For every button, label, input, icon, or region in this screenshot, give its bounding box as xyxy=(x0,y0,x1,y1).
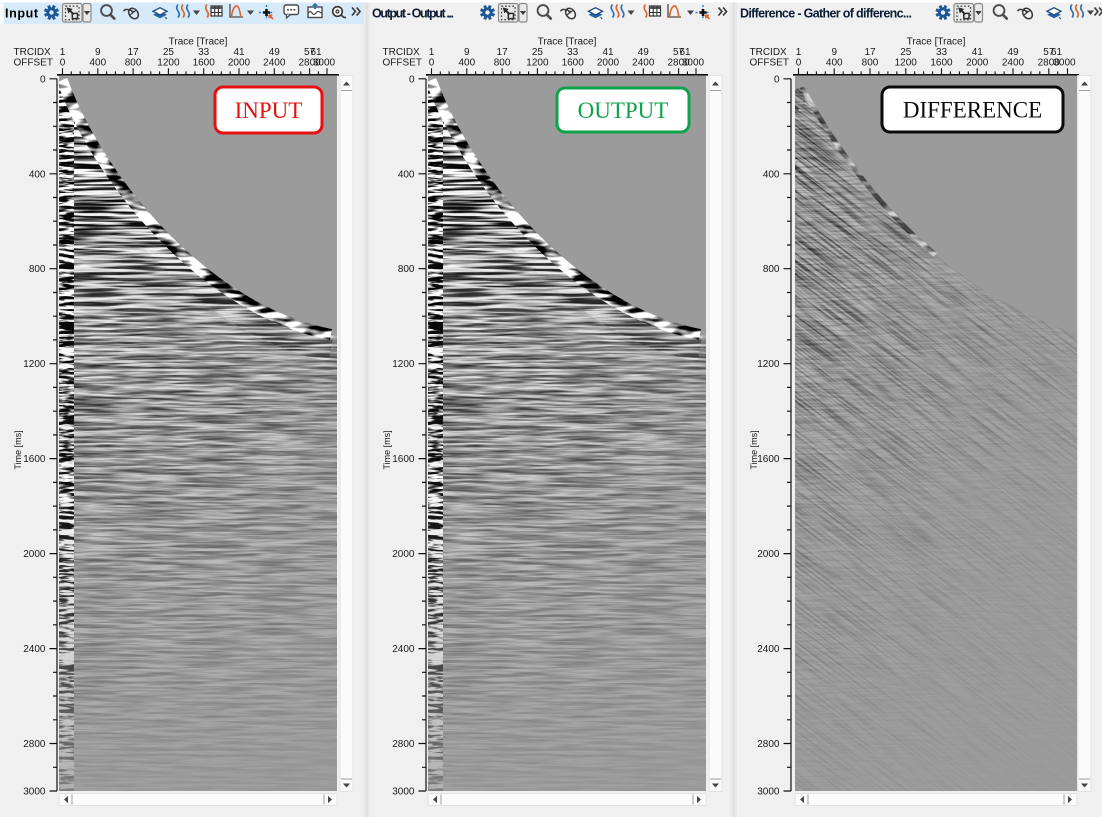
svg-text:OFFSET: OFFSET xyxy=(750,58,789,69)
svg-text:2800: 2800 xyxy=(757,739,780,750)
svg-text:33: 33 xyxy=(567,47,579,58)
svg-text:25: 25 xyxy=(900,47,912,58)
svg-text:2000: 2000 xyxy=(757,549,780,560)
svg-text:400: 400 xyxy=(458,58,475,69)
svg-text:OFFSET: OFFSET xyxy=(14,58,53,69)
svg-text:41: 41 xyxy=(233,47,245,58)
svg-text:17: 17 xyxy=(128,47,140,58)
svg-text:3000: 3000 xyxy=(757,787,780,798)
svg-text:33: 33 xyxy=(198,47,210,58)
svg-text:0: 0 xyxy=(60,58,66,69)
svg-text:17: 17 xyxy=(497,47,509,58)
svg-text:9: 9 xyxy=(464,47,470,58)
svg-text:2800: 2800 xyxy=(23,739,46,750)
svg-text:33: 33 xyxy=(936,47,948,58)
svg-text:49: 49 xyxy=(638,47,650,58)
svg-text:800: 800 xyxy=(763,264,780,275)
svg-text:Trace [Trace]: Trace [Trace] xyxy=(907,37,966,48)
svg-text:41: 41 xyxy=(602,47,614,58)
svg-text:TRCIDX: TRCIDX xyxy=(383,47,421,58)
svg-text:2000: 2000 xyxy=(392,549,415,560)
svg-text:3000: 3000 xyxy=(392,787,415,798)
svg-text:1600: 1600 xyxy=(193,58,216,69)
svg-text:61: 61 xyxy=(679,47,691,58)
svg-text:2000: 2000 xyxy=(597,58,620,69)
svg-text:INPUT: INPUT xyxy=(235,98,303,123)
svg-text:17: 17 xyxy=(864,47,876,58)
svg-text:1600: 1600 xyxy=(930,58,953,69)
svg-text:Difference - Gather of differe: Difference - Gather of differenc... xyxy=(740,7,912,21)
svg-text:0: 0 xyxy=(409,74,415,85)
svg-text:2000: 2000 xyxy=(228,58,251,69)
svg-text:1200: 1200 xyxy=(157,58,180,69)
svg-text:800: 800 xyxy=(125,58,142,69)
svg-text:0: 0 xyxy=(429,58,435,69)
svg-text:400: 400 xyxy=(826,58,843,69)
svg-text:1200: 1200 xyxy=(23,359,46,370)
svg-text:1: 1 xyxy=(429,47,435,58)
svg-text:400: 400 xyxy=(398,169,415,180)
svg-text:2000: 2000 xyxy=(23,549,46,560)
svg-text:TRCIDX: TRCIDX xyxy=(750,47,788,58)
svg-text:Time [ms]: Time [ms] xyxy=(382,430,392,469)
svg-text:25: 25 xyxy=(163,47,175,58)
svg-text:Input: Input xyxy=(5,7,39,21)
svg-text:OFFSET: OFFSET xyxy=(383,58,422,69)
svg-text:1200: 1200 xyxy=(895,58,918,69)
svg-text:2400: 2400 xyxy=(1002,58,1025,69)
svg-text:800: 800 xyxy=(398,264,415,275)
svg-text:25: 25 xyxy=(532,47,544,58)
svg-text:9: 9 xyxy=(831,47,837,58)
svg-text:800: 800 xyxy=(494,58,511,69)
svg-text:OUTPUT: OUTPUT xyxy=(578,98,669,123)
svg-text:49: 49 xyxy=(1007,47,1019,58)
svg-text:1600: 1600 xyxy=(23,454,46,465)
svg-text:800: 800 xyxy=(29,264,46,275)
svg-text:2400: 2400 xyxy=(632,58,655,69)
svg-text:800: 800 xyxy=(862,58,879,69)
svg-text:0: 0 xyxy=(774,74,780,85)
svg-text:3000: 3000 xyxy=(1053,58,1076,69)
svg-text:1200: 1200 xyxy=(392,359,415,370)
svg-text:0: 0 xyxy=(40,74,46,85)
svg-text:2400: 2400 xyxy=(23,644,46,655)
svg-text:61: 61 xyxy=(310,47,322,58)
svg-text:Trace [Trace]: Trace [Trace] xyxy=(169,37,228,48)
svg-text:0: 0 xyxy=(796,58,802,69)
svg-text:3000: 3000 xyxy=(313,58,336,69)
svg-text:3000: 3000 xyxy=(682,58,705,69)
svg-text:2000: 2000 xyxy=(966,58,989,69)
svg-text:DIFFERENCE: DIFFERENCE xyxy=(903,98,1042,123)
svg-text:1600: 1600 xyxy=(392,454,415,465)
svg-text:400: 400 xyxy=(763,169,780,180)
svg-text:2400: 2400 xyxy=(263,58,286,69)
svg-text:Trace [Trace]: Trace [Trace] xyxy=(538,37,597,48)
svg-text:1200: 1200 xyxy=(526,58,549,69)
svg-text:1200: 1200 xyxy=(757,359,780,370)
svg-text:2400: 2400 xyxy=(757,644,780,655)
svg-text:1600: 1600 xyxy=(562,58,585,69)
svg-text:1: 1 xyxy=(60,47,66,58)
svg-text:1600: 1600 xyxy=(757,454,780,465)
svg-text:2400: 2400 xyxy=(392,644,415,655)
svg-text:9: 9 xyxy=(95,47,101,58)
svg-text:2800: 2800 xyxy=(392,739,415,750)
svg-text:49: 49 xyxy=(269,47,281,58)
svg-text:3000: 3000 xyxy=(23,787,46,798)
svg-text:41: 41 xyxy=(972,47,984,58)
svg-text:TRCIDX: TRCIDX xyxy=(14,47,52,58)
svg-text:1: 1 xyxy=(796,47,802,58)
svg-text:400: 400 xyxy=(29,169,46,180)
svg-text:61: 61 xyxy=(1051,47,1063,58)
svg-text:Time [ms]: Time [ms] xyxy=(13,430,23,469)
svg-text:400: 400 xyxy=(89,58,106,69)
svg-text:Output - Output ...: Output - Output ... xyxy=(372,7,454,21)
svg-text:Time [ms]: Time [ms] xyxy=(749,430,759,469)
